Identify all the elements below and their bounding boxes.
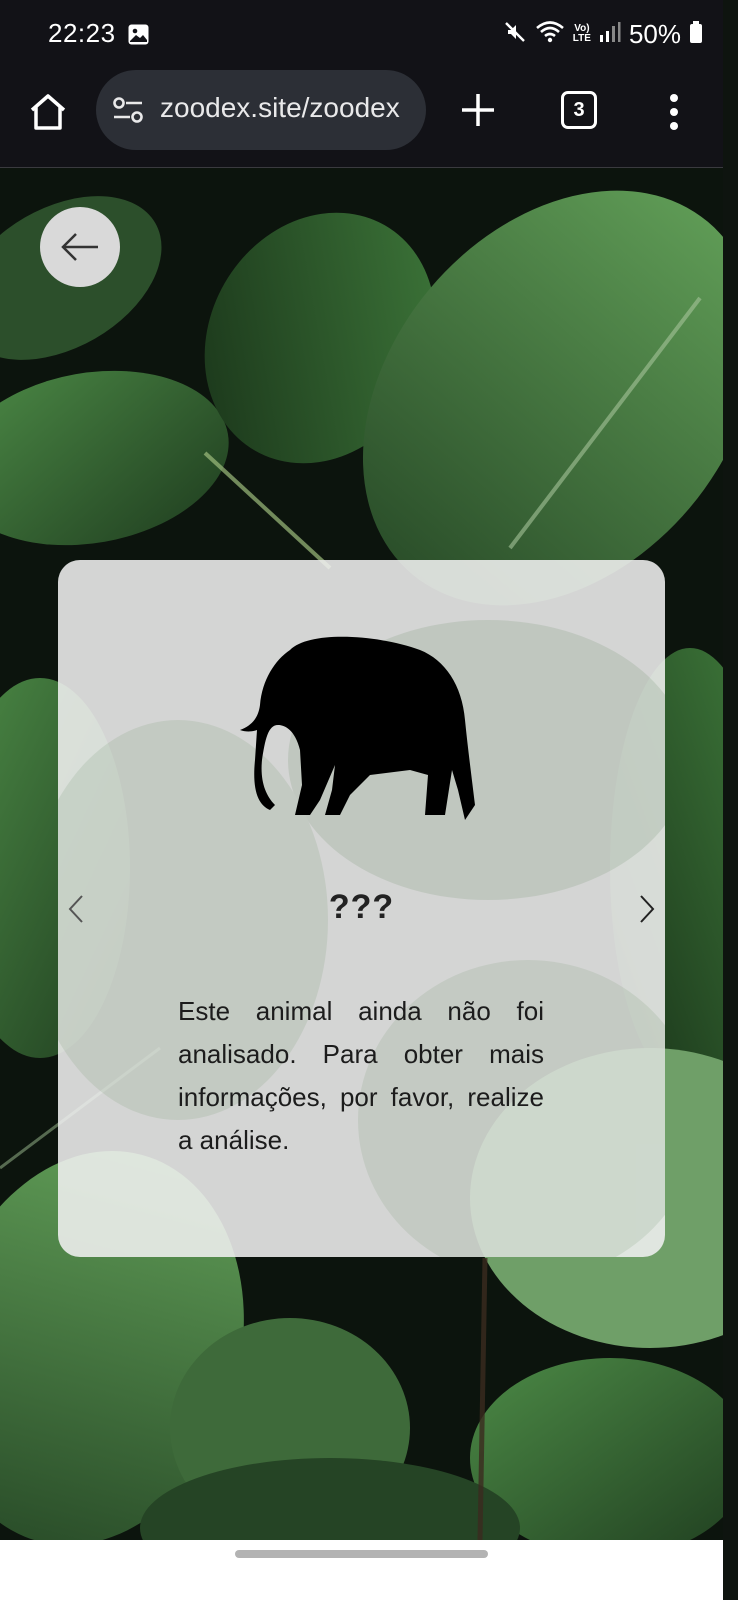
gallery-icon bbox=[128, 24, 149, 45]
volte-icon: Vo) LTE bbox=[573, 24, 591, 44]
elephant-silhouette-icon bbox=[240, 636, 475, 820]
arrow-left-icon bbox=[61, 233, 98, 261]
url-text: zoodex.site/zoodex bbox=[160, 92, 400, 123]
browser-toolbar: zoodex.site/zoodex 3 bbox=[0, 70, 723, 168]
next-animal-button[interactable] bbox=[633, 892, 659, 926]
new-tab-button[interactable] bbox=[458, 90, 498, 130]
chevron-right-icon bbox=[640, 895, 655, 923]
more-vert-icon bbox=[670, 94, 678, 130]
animal-name: ??? bbox=[328, 888, 395, 926]
site-settings-icon[interactable] bbox=[112, 96, 144, 124]
home-button[interactable] bbox=[26, 90, 70, 134]
plus-icon bbox=[462, 94, 494, 126]
wifi-icon bbox=[535, 20, 565, 49]
home-icon bbox=[30, 94, 66, 130]
animal-description: Este animal ainda não foi analisado. Par… bbox=[178, 996, 544, 1155]
signal-icon bbox=[599, 21, 621, 48]
lte-label: LTE bbox=[572, 33, 591, 44]
battery-percent: 50% bbox=[628, 18, 681, 49]
more-menu-button[interactable] bbox=[664, 92, 684, 132]
animal-card: ??? Este animal ainda não foi analisado.… bbox=[58, 560, 665, 1257]
gesture-handle[interactable] bbox=[235, 1550, 488, 1558]
battery-icon bbox=[689, 20, 703, 49]
address-bar[interactable]: zoodex.site/zoodex bbox=[96, 70, 426, 150]
status-time: 22:23 bbox=[48, 18, 116, 48]
tabs-button[interactable]: 3 bbox=[561, 91, 597, 129]
mute-icon bbox=[503, 20, 527, 49]
status-icons: Vo) LTE 50% bbox=[503, 16, 703, 52]
navigation-gesture-area bbox=[0, 1540, 723, 1600]
status-bar: 22:23 Vo) LTE 50% bbox=[0, 0, 723, 70]
back-button[interactable] bbox=[40, 207, 120, 287]
